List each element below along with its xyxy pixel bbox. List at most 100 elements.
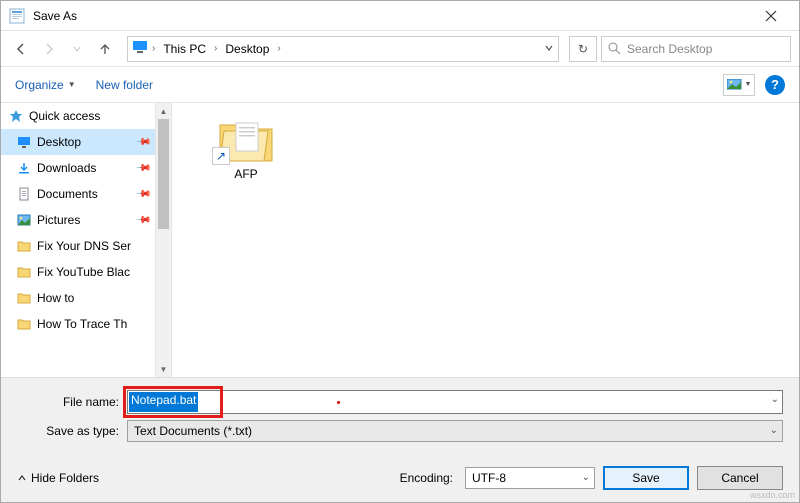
folder-icon [17,239,31,253]
documents-icon [17,187,31,201]
pictures-icon [17,213,31,227]
navbar: › This PC › Desktop › ↻ Search Desktop [1,31,799,67]
dropdown-triangle-icon: ▼ [68,80,76,89]
back-button[interactable] [9,37,33,61]
folder-shortcut-icon: ↗ [218,117,274,163]
monitor-icon [132,39,148,58]
new-folder-button[interactable]: New folder [96,78,153,92]
scroll-up-icon[interactable]: ▲ [156,103,171,119]
help-button[interactable]: ? [765,75,785,95]
cancel-button[interactable]: Cancel [697,466,783,490]
hide-folders-button[interactable]: Hide Folders [17,471,99,485]
window-title: Save As [33,9,751,23]
titlebar: Save As [1,1,799,31]
sidebar-item-downloads[interactable]: Downloads 📌 [1,155,155,181]
scroll-thumb[interactable] [158,119,169,229]
sidebar-item-folder[interactable]: How To Trace Th [1,311,155,337]
organize-label: Organize [15,78,64,92]
savetype-value: Text Documents (*.txt) [134,424,252,438]
pin-icon: 📌 [134,186,151,203]
pin-icon: 📌 [134,134,151,151]
chevron-down-icon: ⌄ [582,472,590,483]
sidebar-item-label: How To Trace Th [37,317,127,331]
sidebar-item-label: Documents [37,187,98,201]
sidebar-item-pictures[interactable]: Pictures 📌 [1,207,155,233]
search-icon [608,42,621,55]
save-as-dialog: Save As › This PC › Desktop › ↻ Search D… [0,0,800,503]
chevron-down-icon [72,44,82,54]
folder-label: AFP [234,167,257,181]
arrow-right-icon [42,42,56,56]
dropdown-triangle-icon: ▼ [745,81,752,88]
view-menu[interactable]: ▼ [723,74,755,96]
app-icon [9,8,25,24]
filename-label: File name: [17,395,127,409]
sidebar-item-label: Pictures [37,213,80,227]
recent-dropdown[interactable] [65,37,89,61]
save-button[interactable]: Save [603,466,689,490]
forward-button[interactable] [37,37,61,61]
refresh-icon: ↻ [578,42,588,56]
chevron-right-icon: › [214,43,217,54]
folder-icon [17,317,31,331]
search-input[interactable]: Search Desktop [601,36,791,62]
nav-sidebar: Quick access Desktop 📌 Downloads 📌 Docum… [1,103,156,377]
folder-icon [17,265,31,279]
file-pane[interactable]: ↗ AFP [172,103,799,377]
breadcrumb-desktop[interactable]: Desktop [221,40,273,58]
star-icon [9,109,23,123]
bottom-panel: File name: Notepad.bat ⌄ Save as type: T… [1,377,799,458]
shortcut-arrow-icon: ↗ [212,147,230,165]
encoding-select[interactable]: UTF-8 ⌄ [465,467,595,489]
address-bar[interactable]: › This PC › Desktop › [127,36,559,62]
sidebar-item-label: Desktop [37,135,81,149]
encoding-value: UTF-8 [472,471,506,485]
encoding-label: Encoding: [400,471,453,485]
pin-icon: 📌 [134,212,151,229]
savetype-select[interactable]: Text Documents (*.txt) ⌄ [127,420,783,442]
sidebar-item-label: How to [37,291,74,305]
arrow-up-icon [98,42,112,56]
organize-menu[interactable]: Organize ▼ [15,78,76,92]
sidebar-item-folder[interactable]: Fix Your DNS Ser [1,233,155,259]
body: Quick access Desktop 📌 Downloads 📌 Docum… [1,103,799,377]
address-dropdown[interactable] [544,42,554,56]
sidebar-item-folder[interactable]: Fix YouTube Blac [1,259,155,285]
up-button[interactable] [93,37,117,61]
chevron-up-icon [17,473,27,483]
sidebar-item-label: Fix YouTube Blac [37,265,130,279]
search-placeholder: Search Desktop [627,42,712,56]
sidebar-item-label: Downloads [37,161,96,175]
folder-afp[interactable]: ↗ AFP [206,117,286,181]
downloads-icon [17,161,31,175]
toolbar: Organize ▼ New folder ▼ ? [1,67,799,103]
annotation-dot [337,401,340,404]
hide-folders-label: Hide Folders [31,471,99,485]
sidebar-item-documents[interactable]: Documents 📌 [1,181,155,207]
breadcrumb-this-pc[interactable]: This PC [159,40,210,58]
sidebar-scrollbar[interactable]: ▲ ▼ [156,103,172,377]
footer: Hide Folders Encoding: UTF-8 ⌄ Save Canc… [1,458,799,502]
chevron-right-icon: › [152,43,155,54]
quick-access-label: Quick access [29,109,100,123]
quick-access-header[interactable]: Quick access [1,103,155,129]
folder-icon [17,291,31,305]
watermark: wsxdn.com [750,490,795,500]
close-icon [765,10,777,22]
arrow-left-icon [14,42,28,56]
filename-dropdown[interactable]: ⌄ [771,394,779,405]
picture-icon [727,79,743,91]
scroll-down-icon[interactable]: ▼ [156,361,171,377]
close-button[interactable] [751,2,791,30]
filename-input[interactable] [127,390,783,414]
pin-icon: 📌 [134,160,151,177]
refresh-button[interactable]: ↻ [569,36,597,62]
sidebar-item-folder[interactable]: How to [1,285,155,311]
sidebar-item-desktop[interactable]: Desktop 📌 [1,129,155,155]
sidebar-item-label: Fix Your DNS Ser [37,239,131,253]
savetype-label: Save as type: [17,424,127,438]
desktop-icon [17,135,31,149]
chevron-down-icon [544,43,554,53]
chevron-right-icon: › [277,43,280,54]
chevron-down-icon: ⌄ [770,425,778,436]
